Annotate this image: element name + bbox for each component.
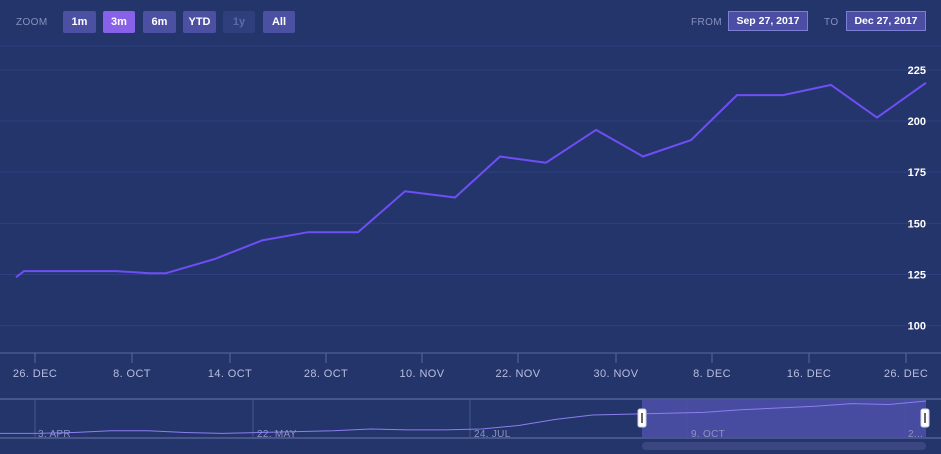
y-tick-label: 225 <box>908 65 926 77</box>
navigator-tick-label: 2... <box>908 429 923 440</box>
x-tick-label: 26. DEC <box>884 368 928 380</box>
x-tick-label: 28. OCT <box>304 368 348 380</box>
series-group <box>15 81 927 279</box>
x-tick-label: 8. OCT <box>113 368 151 380</box>
y-tick-label: 125 <box>908 270 926 282</box>
x-tick-label: 22. NOV <box>496 368 541 380</box>
navigator[interactable]: 3. APR 22. MAY 24. JUL 9. OCT 2... <box>0 398 941 450</box>
x-tick-label: 8. DEC <box>693 368 731 380</box>
y-tick-label: 150 <box>908 218 926 230</box>
price-line <box>15 81 927 279</box>
navigator-scrollbar[interactable] <box>642 442 926 450</box>
x-axis: 26. DEC 8. OCT 14. OCT 28. OCT 10. NOV 22. NO… <box>0 352 941 380</box>
x-tick-label: 26. DEC <box>13 368 57 380</box>
x-tick-label: 14. OCT <box>208 368 252 380</box>
y-axis: 100 125 150 175 200 225 <box>908 65 926 333</box>
x-tick-label: 10. NOV <box>400 368 445 380</box>
navigator-tick-label: 22. MAY <box>257 429 297 440</box>
stock-chart: 100125150175200225 26. DEC 8. OCT 14. OCT 2… <box>0 45 941 450</box>
x-tick-label: 30. NOV <box>594 368 639 380</box>
x-tick-label: 16. DEC <box>787 368 831 380</box>
navigator-tick-label: 3. APR <box>38 429 71 440</box>
y-tick-label: 100 <box>908 321 926 333</box>
navigator-tick-label: 9. OCT <box>691 429 725 440</box>
y-tick-label: 175 <box>908 167 926 179</box>
grid-lines <box>0 45 941 327</box>
y-tick-label: 200 <box>908 116 926 128</box>
navigator-tick-label: 24. JUL <box>474 429 511 440</box>
